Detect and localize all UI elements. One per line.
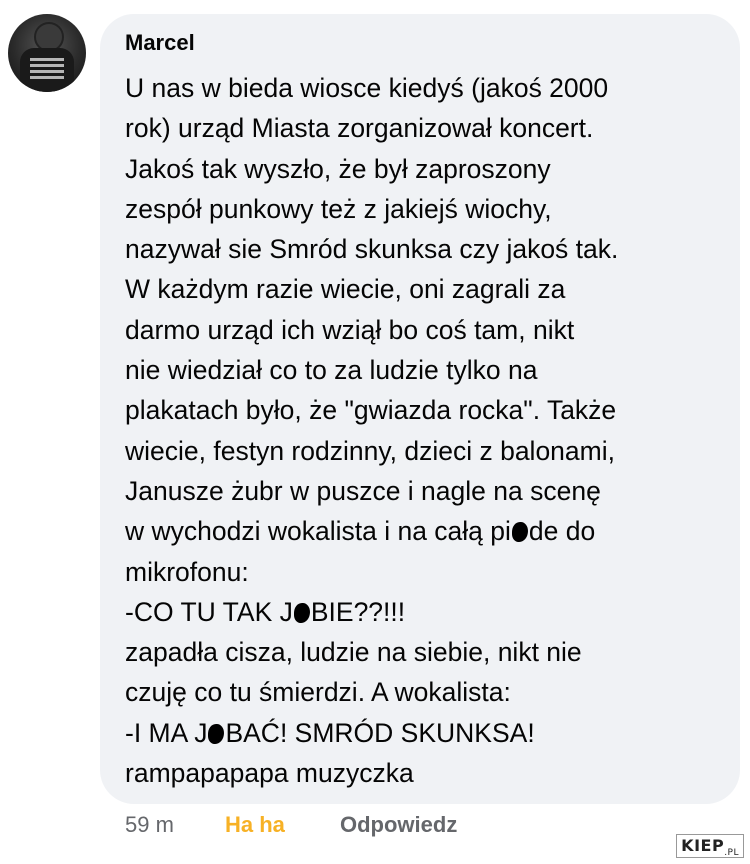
comment-line: W każdym razie wiecie, oni zagrali za <box>125 274 566 305</box>
comment-line: rampapapapa muzyczka <box>125 758 414 789</box>
comment-line: Janusze żubr w puszce i nagle na scenę <box>125 475 601 506</box>
comment-line: zespół punkowy też z jakiejś wiochy, <box>125 193 552 224</box>
watermark-main: KIEP <box>681 836 725 855</box>
comment-author[interactable]: Marcel <box>125 30 195 56</box>
comment-line: nie wiedział co to za ludzie tylko na <box>125 355 538 386</box>
comment-line: plakatach było, że "gwiazda rocka". Takż… <box>125 395 617 426</box>
comment-line-part: BAĆ! SMRÓD SKUNKSA! <box>225 717 535 748</box>
reply-button[interactable]: Odpowiedz <box>340 812 457 838</box>
comment-line-part: BIE??!!! <box>310 596 406 627</box>
comment-line: -I MA J BAĆ! SMRÓD SKUNKSA! <box>125 713 733 753</box>
comment-line-part: -CO TU TAK J <box>125 596 293 627</box>
comment-line: mikrofonu: <box>125 556 249 587</box>
comment-line: zapadła cisza, ludzie na siebie, nikt ni… <box>125 637 582 668</box>
comment-line-part: w wychodzi wokalista i na całą pi <box>125 516 511 547</box>
comment-line-part: de do <box>528 516 596 547</box>
avatar[interactable] <box>8 14 86 92</box>
comment-line-part: -I MA J <box>125 717 208 748</box>
comment-timestamp[interactable]: 59 m <box>125 812 225 838</box>
comment-line: wiecie, festyn rodzinny, dzieci z balona… <box>125 435 615 466</box>
comment-line: w wychodzi wokalista i na całą pi de do <box>125 511 733 551</box>
censor-blot <box>511 522 528 543</box>
kiep-watermark-logo: KIEP.PL <box>676 834 744 858</box>
comment-actions: 59 m Ha ha Odpowiedz <box>125 812 457 838</box>
comment-line: nazywał sie Smród skunksa czy jakoś tak. <box>125 234 619 265</box>
censor-blot <box>208 723 225 744</box>
avatar-shirt-print <box>30 58 64 80</box>
comment-line: -CO TU TAK J BIE??!!! <box>125 592 733 632</box>
comment-text: U nas w bieda wiosce kiedyś (jakoś 2000 … <box>125 68 733 793</box>
haha-reaction-button[interactable]: Ha ha <box>225 812 340 838</box>
comment-line: rok) urząd Miasta zorganizował koncert. <box>125 113 594 144</box>
comment-line: Jakoś tak wyszło, że był zaproszony <box>125 153 551 184</box>
comment-line: czuję co tu śmierdzi. A wokalista: <box>125 677 511 708</box>
censor-blot <box>293 602 310 623</box>
comment-line: darmo urząd ich wziął bo coś tam, nikt <box>125 314 575 345</box>
comment-line: U nas w bieda wiosce kiedyś (jakoś 2000 <box>125 73 609 103</box>
watermark-suffix: .PL <box>724 848 739 859</box>
